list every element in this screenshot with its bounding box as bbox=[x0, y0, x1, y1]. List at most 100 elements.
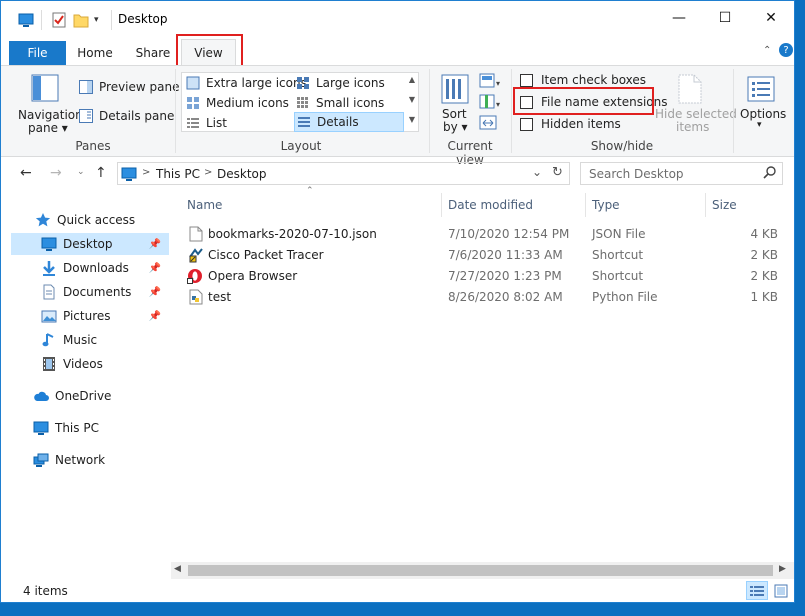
nav-documents[interactable]: Documents 📌 bbox=[41, 281, 169, 303]
scroll-left-icon[interactable]: ◀ bbox=[174, 564, 181, 574]
address-dropdown-icon[interactable]: ⌄ bbox=[532, 165, 542, 179]
add-columns-icon[interactable]: ▾ bbox=[479, 94, 503, 113]
videos-icon bbox=[41, 356, 57, 372]
item-check-boxes-label: Item check boxes bbox=[541, 73, 647, 87]
layout-label: List bbox=[206, 116, 227, 130]
file-size: 4 KB bbox=[750, 226, 778, 241]
pin-icon[interactable]: 📌 bbox=[149, 311, 161, 322]
column-divider[interactable] bbox=[705, 193, 706, 217]
up-arrow-icon[interactable]: ↑ bbox=[95, 165, 107, 181]
pin-icon[interactable]: 📌 bbox=[149, 287, 161, 298]
tab-file[interactable]: File bbox=[9, 41, 66, 65]
file-date: 7/27/2020 1:23 PM bbox=[448, 268, 562, 283]
details-view-toggle[interactable] bbox=[746, 581, 768, 600]
scrollbar-thumb[interactable] bbox=[188, 565, 773, 576]
nav-network[interactable]: Network bbox=[33, 449, 169, 471]
table-row[interactable]: Opera Browser 7/27/2020 1:23 PM Shortcut… bbox=[181, 265, 781, 286]
file-type: Shortcut bbox=[592, 268, 644, 283]
hidden-items-option[interactable]: Hidden items bbox=[520, 117, 621, 131]
nav-quick-access[interactable]: Quick access bbox=[35, 209, 171, 231]
download-icon bbox=[41, 260, 57, 276]
table-row[interactable]: bookmarks-2020-07-10.json 7/10/2020 12:5… bbox=[181, 223, 781, 244]
size-columns-icon[interactable] bbox=[479, 115, 497, 134]
maximize-button[interactable]: ☐ bbox=[702, 1, 748, 35]
layout-group-label: Layout bbox=[280, 139, 322, 153]
layout-list[interactable]: List bbox=[186, 113, 227, 133]
new-folder-icon[interactable] bbox=[73, 12, 89, 28]
scroll-up-icon[interactable]: ▲ bbox=[409, 75, 415, 84]
breadcrumb-separator[interactable]: > bbox=[142, 167, 150, 178]
scroll-right-icon[interactable]: ▶ bbox=[779, 564, 786, 574]
column-date-modified[interactable]: Date modified bbox=[448, 193, 582, 217]
back-arrow-icon[interactable]: ← bbox=[20, 165, 32, 181]
details-view-icon bbox=[750, 585, 764, 596]
nav-desktop[interactable]: Desktop 📌 bbox=[11, 233, 169, 255]
layout-details[interactable]: Details bbox=[294, 112, 404, 132]
item-check-boxes-option[interactable]: Item check boxes bbox=[520, 73, 646, 87]
options-button[interactable]: Options ▾ bbox=[738, 72, 786, 134]
explorer-window: ▾ Desktop — ☐ ✕ File Home Share View ⌃ ?… bbox=[0, 0, 795, 603]
sort-by-icon bbox=[441, 74, 469, 107]
breadcrumb-separator[interactable]: > bbox=[204, 167, 212, 178]
file-date: 7/10/2020 12:54 PM bbox=[448, 226, 570, 241]
pin-icon[interactable]: 📌 bbox=[149, 263, 161, 274]
tab-home[interactable]: Home bbox=[71, 41, 119, 65]
tab-share[interactable]: Share bbox=[129, 41, 177, 65]
nav-music[interactable]: Music bbox=[41, 329, 169, 351]
hide-selected-items-button[interactable]: Hide selected items bbox=[655, 72, 737, 134]
json-file-icon bbox=[189, 223, 203, 244]
details-pane-label: Details pane bbox=[99, 109, 175, 123]
horizontal-scrollbar[interactable]: ◀ ▶ bbox=[171, 562, 794, 579]
file-name: Opera Browser bbox=[208, 268, 298, 283]
preview-pane-label: Preview pane bbox=[99, 80, 180, 94]
close-button[interactable]: ✕ bbox=[748, 1, 794, 35]
layout-extra-large-icons[interactable]: Extra large icons bbox=[186, 73, 307, 93]
small-icons-icon bbox=[296, 96, 310, 110]
layout-large-icons[interactable]: Large icons bbox=[296, 73, 385, 93]
file-date: 8/26/2020 8:02 AM bbox=[448, 289, 563, 304]
navigation-pane-button[interactable]: Navigation pane ▾ bbox=[13, 71, 83, 135]
recent-locations-icon[interactable]: ⌄ bbox=[77, 167, 85, 177]
large-icons-view-toggle[interactable] bbox=[771, 581, 791, 600]
preview-pane-button[interactable]: Preview pane bbox=[79, 80, 179, 94]
nav-label: Desktop bbox=[63, 237, 113, 251]
nav-this-pc[interactable]: This PC bbox=[33, 417, 169, 439]
collapse-ribbon-icon[interactable]: ⌃ bbox=[763, 45, 771, 56]
nav-onedrive[interactable]: OneDrive bbox=[33, 385, 169, 407]
customize-quick-access-icon[interactable]: ▾ bbox=[94, 15, 99, 25]
table-row[interactable]: Cisco Packet Tracer 7/6/2020 11:33 AM Sh… bbox=[181, 244, 781, 265]
layout-medium-icons[interactable]: Medium icons bbox=[186, 93, 289, 113]
group-by-icon[interactable]: ▾ bbox=[479, 73, 503, 92]
nav-videos[interactable]: Videos bbox=[41, 353, 169, 375]
minimize-button[interactable]: — bbox=[656, 1, 702, 35]
help-icon[interactable]: ? bbox=[779, 43, 793, 57]
nav-label: Pictures bbox=[63, 309, 111, 323]
column-size[interactable]: Size bbox=[712, 193, 772, 217]
column-divider[interactable] bbox=[585, 193, 586, 217]
details-pane-button[interactable]: Details pane bbox=[79, 109, 174, 123]
layout-label: Details bbox=[317, 115, 359, 129]
column-name[interactable]: Name bbox=[187, 193, 437, 217]
hidden-items-checkbox[interactable] bbox=[520, 117, 533, 131]
vertical-scrollbar[interactable] bbox=[787, 197, 794, 557]
table-row[interactable]: test 8/26/2020 8:02 AM Python File 1 KB bbox=[181, 286, 781, 307]
search-input[interactable]: Search Desktop bbox=[580, 162, 783, 185]
hide-selected-items-label2: items bbox=[676, 120, 710, 134]
forward-arrow-icon[interactable]: → bbox=[50, 165, 62, 181]
pin-icon[interactable]: 📌 bbox=[149, 239, 161, 250]
column-divider[interactable] bbox=[441, 193, 442, 217]
nav-downloads[interactable]: Downloads 📌 bbox=[41, 257, 169, 279]
refresh-icon[interactable]: ↻ bbox=[552, 165, 563, 180]
column-type[interactable]: Type bbox=[592, 193, 702, 217]
sort-by-button[interactable]: Sort by ▾ bbox=[437, 72, 473, 134]
nav-pictures[interactable]: Pictures 📌 bbox=[41, 305, 169, 327]
more-icon[interactable]: ▼ bbox=[409, 115, 415, 124]
properties-icon[interactable] bbox=[51, 12, 67, 28]
item-check-boxes-checkbox[interactable] bbox=[520, 73, 533, 87]
breadcrumb-this-pc[interactable]: This PC bbox=[156, 167, 200, 181]
breadcrumb-desktop[interactable]: Desktop bbox=[217, 167, 267, 181]
layout-small-icons[interactable]: Small icons bbox=[296, 93, 384, 113]
address-bar[interactable]: > This PC > Desktop ⌄ ↻ bbox=[117, 162, 570, 185]
svg-text:▾: ▾ bbox=[496, 100, 500, 109]
scroll-down-icon[interactable]: ▼ bbox=[409, 95, 415, 104]
